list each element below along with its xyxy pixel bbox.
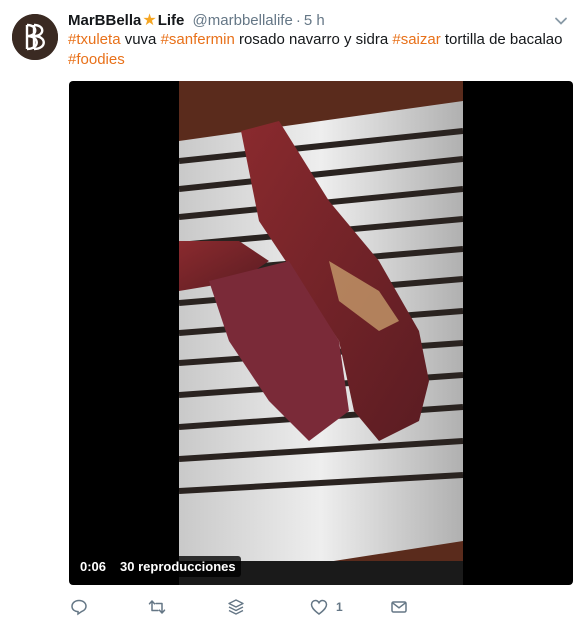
tweet-header: MarBBella★Life @marbbellalife · 5 h — [68, 11, 546, 31]
text-segment: vuva — [120, 31, 161, 48]
video-still — [179, 81, 463, 585]
retweet-button[interactable] — [148, 597, 166, 617]
video-overlay: 0:06 30 reproducciones — [75, 556, 241, 577]
text-segment: rosado navarro y sidra — [234, 31, 393, 48]
tweet: MarBBella★Life @marbbellalife · 5 h #txule… — [0, 0, 586, 620]
stack-icon — [228, 599, 244, 615]
video-frame — [179, 81, 463, 585]
tweet-actions: 1 — [70, 597, 490, 619]
avatar[interactable] — [12, 14, 58, 60]
text-segment: tortilla de bacalao — [440, 31, 563, 48]
like-count: 1 — [336, 600, 343, 614]
reply-icon — [71, 599, 87, 616]
hashtag-foodies[interactable]: #foodies — [68, 51, 125, 68]
envelope-icon — [391, 601, 407, 613]
heart-icon — [310, 599, 328, 615]
like-button[interactable]: 1 — [310, 597, 343, 617]
hashtag-saizar[interactable]: #saizar — [392, 31, 440, 48]
retweet-icon — [148, 600, 166, 614]
author-name[interactable]: MarBBella — [68, 12, 141, 29]
tweet-text: #txuleta vuva #sanfermin rosado navarro … — [68, 30, 568, 70]
star-icon: ★ — [142, 12, 157, 29]
timestamp[interactable]: 5 h — [304, 12, 325, 29]
video-player[interactable]: 0:06 30 reproducciones — [69, 81, 573, 585]
hashtag-sanfermin[interactable]: #sanfermin — [161, 31, 235, 48]
separator: · — [295, 12, 301, 29]
video-views: 30 reproducciones — [115, 556, 241, 577]
author-handle[interactable]: @marbbellalife — [193, 12, 293, 29]
chevron-down-icon[interactable] — [554, 14, 568, 28]
dm-button[interactable] — [390, 597, 408, 617]
video-duration: 0:06 — [75, 556, 112, 577]
stack-button[interactable] — [227, 597, 245, 617]
reply-button[interactable] — [70, 597, 88, 617]
bb-monogram-logo — [12, 14, 58, 60]
author-name-suffix[interactable]: Life — [158, 12, 185, 29]
hashtag-txuleta[interactable]: #txuleta — [68, 31, 121, 48]
